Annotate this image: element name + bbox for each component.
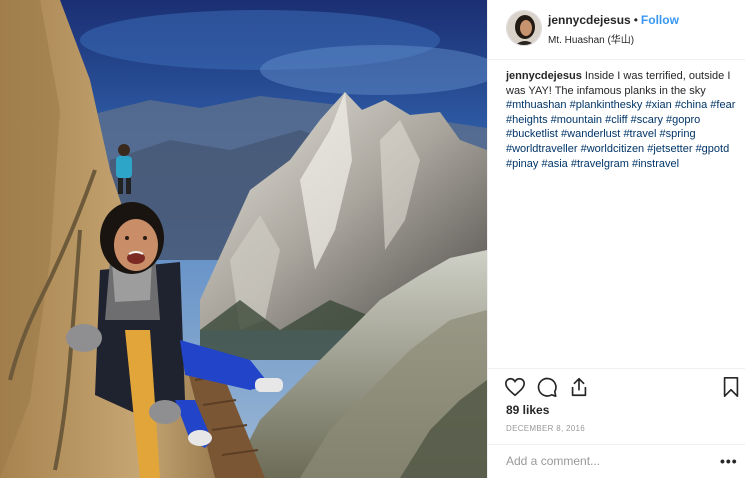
actions-divider [488,368,745,369]
post-photo[interactable] [0,0,487,478]
hashtag-link[interactable]: #spring [660,128,696,140]
avatar[interactable] [506,10,542,46]
post-header: jennycdejesus • Follow Mt. Huashan (华山) [488,0,745,60]
hashtag-link[interactable]: #fear [710,99,735,111]
hashtag-link[interactable]: #mthuashan [506,99,567,111]
instagram-post: jennycdejesus • Follow Mt. Huashan (华山) je… [0,0,745,478]
hashtag-link[interactable]: #cliff [605,114,627,126]
hashtag-link[interactable]: #worldtraveller [506,143,578,155]
location-link[interactable]: Mt. Huashan (华山) [548,31,634,46]
hashtag-link[interactable]: #worldcitizen [581,143,645,155]
hashtag-link[interactable]: #travel [623,128,656,140]
hashtag-link[interactable]: #plankinthesky [570,99,643,111]
bookmark-icon[interactable] [720,376,742,398]
username-link[interactable]: jennycdejesus [548,13,631,27]
separator-dot: • [633,13,638,27]
hashtag-link[interactable]: #heights [506,114,548,126]
comment-input[interactable] [506,454,706,468]
hashtag-list: #mthuashan #plankinthesky #xian #china #… [506,99,735,169]
hashtag-link[interactable]: #jetsetter [647,143,692,155]
avatar-image [507,11,541,45]
hashtag-link[interactable]: #gopro [666,114,700,126]
caption-username[interactable]: jennycdejesus [506,70,582,82]
header-user-row: jennycdejesus • Follow [548,13,679,27]
hashtag-link[interactable]: #travelgram [571,158,629,170]
comment-icon[interactable] [536,376,558,398]
hashtag-link[interactable]: #wanderlust [561,128,620,140]
hashtag-link[interactable]: #pinay [506,158,538,170]
post-date: DECEMBER 8, 2016 [506,424,586,433]
likes-count[interactable]: 89 likes [506,403,549,417]
mountain-selfie-image [0,0,487,478]
share-icon[interactable] [568,376,590,398]
hashtag-link[interactable]: #china [675,99,707,111]
follow-button[interactable]: Follow [641,13,679,27]
caption: jennycdejesus Inside I was terrified, ou… [506,69,738,171]
hashtag-link[interactable]: #mountain [551,114,602,126]
hashtag-link[interactable]: #gpotd [696,143,730,155]
comment-box: ••• [488,444,745,478]
hashtag-link[interactable]: #instravel [632,158,679,170]
hashtag-link[interactable]: #xian [645,99,671,111]
more-options-icon[interactable]: ••• [720,453,738,469]
hashtag-link[interactable]: #scary [631,114,663,126]
hashtag-link[interactable]: #bucketlist [506,128,558,140]
heart-icon[interactable] [504,376,526,398]
post-side-panel: jennycdejesus • Follow Mt. Huashan (华山) je… [487,0,745,478]
hashtag-link[interactable]: #asia [541,158,567,170]
